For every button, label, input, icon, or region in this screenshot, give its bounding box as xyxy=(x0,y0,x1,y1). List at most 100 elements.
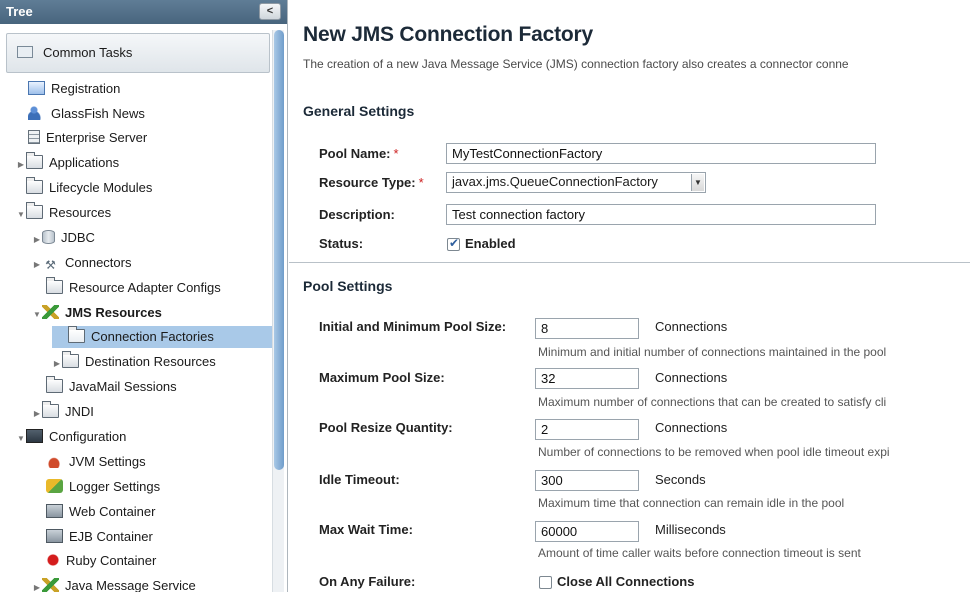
registration-icon xyxy=(28,81,45,95)
max-pool-size-unit: Connections xyxy=(655,370,728,385)
tree-item-jms-resources[interactable]: ▼ JMS Resources xyxy=(32,302,162,324)
pool-name-label: Pool Name: * xyxy=(319,146,399,161)
close-all-connections-label: Close All Connections xyxy=(557,574,695,589)
folder-icon xyxy=(68,326,85,343)
max-wait-time-input[interactable] xyxy=(535,521,639,542)
tree-item-label: JNDI xyxy=(65,404,94,419)
tree-item-label: Web Container xyxy=(69,504,156,519)
tree-item-web-container[interactable]: Web Container xyxy=(46,501,155,523)
expand-arrow-icon[interactable]: ▶ xyxy=(32,577,42,592)
tree-item-lifecycle-modules[interactable]: Lifecycle Modules xyxy=(16,177,152,199)
pool-resize-quantity-unit: Connections xyxy=(655,420,728,435)
max-wait-time-unit: Milliseconds xyxy=(655,522,726,537)
database-icon xyxy=(42,230,55,244)
news-icon xyxy=(28,106,45,120)
folder-icon xyxy=(62,351,79,368)
tree-item-label: EJB Container xyxy=(69,529,153,544)
initial-pool-size-help: Minimum and initial number of connection… xyxy=(538,345,887,359)
navigation-tree: Tree < Common Tasks Registration GlassFi… xyxy=(0,0,288,592)
collapse-arrow-icon[interactable]: ▼ xyxy=(16,428,26,450)
status-enabled-checkbox[interactable] xyxy=(447,236,460,251)
collapse-tree-button[interactable]: < xyxy=(259,3,281,20)
tree-item-label: Lifecycle Modules xyxy=(49,180,153,195)
max-pool-size-label: Maximum Pool Size: xyxy=(319,370,445,385)
description-input[interactable] xyxy=(446,204,876,225)
close-all-connections-checkbox[interactable] xyxy=(539,576,552,589)
folder-icon xyxy=(46,376,63,393)
on-any-failure-label: On Any Failure: xyxy=(319,574,416,589)
tree-item-java-message-service[interactable]: ▶ Java Message Service xyxy=(32,575,196,592)
tree-item-label: JVM Settings xyxy=(69,454,146,469)
idle-timeout-unit: Seconds xyxy=(655,472,706,487)
folder-icon xyxy=(26,177,43,194)
tree-item-configuration[interactable]: ▼ Configuration xyxy=(16,426,126,448)
tree-item-label: JMS Resources xyxy=(65,305,162,320)
common-tasks-button[interactable]: Common Tasks xyxy=(6,33,270,73)
tree-item-resources[interactable]: ▼ Resources xyxy=(16,202,111,224)
tree-item-destination-resources[interactable]: ▶ Destination Resources xyxy=(52,351,216,373)
tree-item-ejb-container[interactable]: EJB Container xyxy=(46,526,153,548)
tree-item-label: Destination Resources xyxy=(85,354,216,369)
expand-arrow-icon[interactable]: ▶ xyxy=(32,403,42,425)
tree-item-connection-factories[interactable]: Connection Factories xyxy=(52,326,272,348)
tree-item-resource-adapter-configs[interactable]: Resource Adapter Configs xyxy=(46,277,221,299)
tree-scrollbar-thumb[interactable] xyxy=(274,30,284,470)
initial-pool-size-unit: Connections xyxy=(655,319,728,334)
pool-name-input[interactable] xyxy=(446,143,876,164)
tree-item-jdbc[interactable]: ▶ JDBC xyxy=(32,227,95,249)
tree-item-jndi[interactable]: ▶ JNDI xyxy=(32,401,94,423)
collapse-arrow-icon[interactable]: ▼ xyxy=(32,304,42,326)
common-tasks-icon xyxy=(17,46,33,58)
tree-scrollbar[interactable] xyxy=(272,30,284,592)
expand-arrow-icon[interactable]: ▶ xyxy=(16,154,26,176)
tree-item-logger-settings[interactable]: Logger Settings xyxy=(46,476,160,498)
max-pool-size-help: Maximum number of connections that can b… xyxy=(538,395,887,409)
tree-item-enterprise-server[interactable]: Enterprise Server xyxy=(18,127,147,149)
tree-item-label: Java Message Service xyxy=(65,578,196,592)
tree-item-label: Connection Factories xyxy=(91,329,214,344)
general-settings-title: General Settings xyxy=(303,103,415,119)
tree-item-label: Logger Settings xyxy=(69,479,161,494)
tree-item-javamail-sessions[interactable]: JavaMail Sessions xyxy=(46,376,177,398)
collapse-arrow-icon[interactable]: ▼ xyxy=(16,204,26,226)
page-description: The creation of a new Java Message Servi… xyxy=(303,57,849,71)
tree-item-label: Resources xyxy=(49,205,112,220)
pool-settings-title: Pool Settings xyxy=(303,278,393,294)
tree-item-label: Applications xyxy=(49,155,120,170)
folder-icon xyxy=(46,277,63,294)
connector-icon: ⚒ xyxy=(45,258,56,272)
expand-arrow-icon[interactable]: ▶ xyxy=(52,353,62,375)
server-icon xyxy=(28,130,40,144)
max-wait-time-help: Amount of time caller waits before conne… xyxy=(538,546,861,560)
tree-item-label: Enterprise Server xyxy=(46,130,148,145)
jndi-icon xyxy=(42,401,59,418)
pool-resize-quantity-label: Pool Resize Quantity: xyxy=(319,420,453,435)
tree-item-label: Registration xyxy=(51,81,121,96)
max-pool-size-input[interactable] xyxy=(535,368,639,389)
pool-resize-quantity-help: Number of connections to be removed when… xyxy=(538,445,890,459)
tree-item-ruby-container[interactable]: Ruby Container xyxy=(46,550,156,572)
tree-item-applications[interactable]: ▶ Applications xyxy=(16,152,119,174)
initial-pool-size-input[interactable] xyxy=(535,318,639,339)
idle-timeout-input[interactable] xyxy=(535,470,639,491)
tree-item-registration[interactable]: Registration xyxy=(18,78,120,100)
initial-pool-size-label: Initial and Minimum Pool Size: xyxy=(319,319,507,334)
resource-type-value: javax.jms.QueueConnectionFactory xyxy=(452,174,658,189)
tree-item-label: Connectors xyxy=(65,255,132,270)
expand-arrow-icon[interactable]: ▶ xyxy=(32,229,42,251)
tree-item-glassfish-news[interactable]: GlassFish News xyxy=(18,103,145,125)
container-icon xyxy=(46,529,63,543)
tree-item-jvm-settings[interactable]: JVM Settings xyxy=(46,451,146,473)
resources-icon xyxy=(26,202,43,219)
resource-type-select[interactable]: javax.jms.QueueConnectionFactory ▼ xyxy=(446,172,706,193)
page-title: New JMS Connection Factory xyxy=(303,23,594,46)
expand-arrow-icon[interactable]: ▶ xyxy=(32,254,42,276)
dropdown-arrow-icon: ▼ xyxy=(691,174,704,191)
folder-icon xyxy=(26,152,43,169)
tree-item-label: JavaMail Sessions xyxy=(69,379,177,394)
resource-type-label: Resource Type: * xyxy=(319,175,424,190)
pool-resize-quantity-input[interactable] xyxy=(535,419,639,440)
required-mark: * xyxy=(418,175,424,190)
section-divider xyxy=(289,262,970,263)
tree-item-connectors[interactable]: ▶ ⚒ Connectors xyxy=(32,252,132,276)
